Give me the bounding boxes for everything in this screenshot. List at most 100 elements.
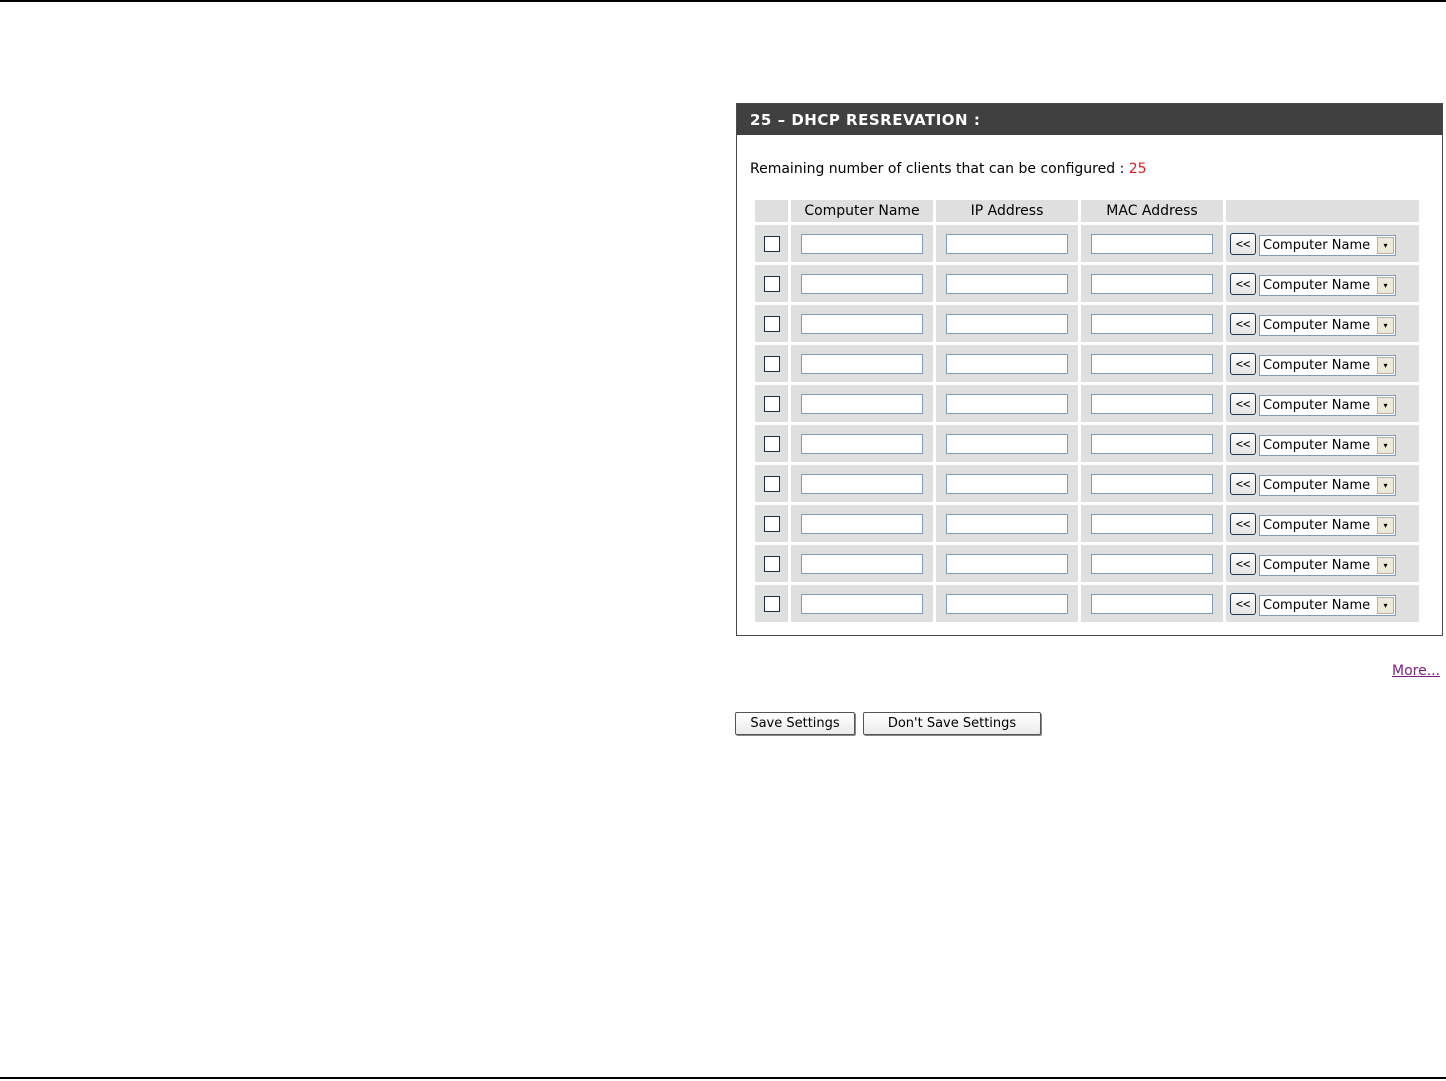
mac-address-input[interactable] xyxy=(1091,313,1213,334)
computer-name-input[interactable] xyxy=(801,233,923,254)
computer-name-select[interactable]: Computer Name ▾ xyxy=(1259,355,1396,376)
row-checkbox[interactable] xyxy=(763,395,780,412)
chevron-down-icon[interactable]: ▾ xyxy=(1377,237,1394,254)
copy-button[interactable]: << xyxy=(1230,592,1256,615)
computer-name-input[interactable] xyxy=(801,513,923,534)
ip-address-input[interactable] xyxy=(946,273,1068,294)
computer-name-input[interactable] xyxy=(801,593,923,614)
computer-name-input[interactable] xyxy=(801,393,923,414)
computer-name-cell xyxy=(791,465,933,502)
more-link[interactable]: More... xyxy=(1392,663,1440,679)
chevron-down-icon[interactable]: ▾ xyxy=(1377,397,1394,414)
chevron-down-icon[interactable]: ▾ xyxy=(1377,357,1394,374)
ip-address-input[interactable] xyxy=(946,433,1068,454)
copy-button[interactable]: << xyxy=(1230,432,1256,455)
row-checkbox[interactable] xyxy=(763,595,780,612)
actions-wrap: << Computer Name ▾ xyxy=(1226,591,1419,616)
ip-address-input[interactable] xyxy=(946,553,1068,574)
ip-address-input[interactable] xyxy=(946,393,1068,414)
mac-address-input[interactable] xyxy=(1091,593,1213,614)
ip-address-input[interactable] xyxy=(946,353,1068,374)
row-checkbox[interactable] xyxy=(763,555,780,572)
computer-name-select[interactable]: Computer Name ▾ xyxy=(1259,235,1396,256)
mac-address-input[interactable] xyxy=(1091,513,1213,534)
mac-address-input[interactable] xyxy=(1091,353,1213,374)
computer-name-cell xyxy=(791,505,933,542)
table-row: << Computer Name ▾ xyxy=(755,385,1419,422)
chevron-down-icon[interactable]: ▾ xyxy=(1377,317,1394,334)
computer-name-select[interactable]: Computer Name ▾ xyxy=(1259,315,1396,336)
computer-name-cell xyxy=(791,385,933,422)
copy-button[interactable]: << xyxy=(1230,552,1256,575)
mac-address-cell xyxy=(1081,505,1223,542)
ip-address-cell xyxy=(936,345,1078,382)
computer-name-input[interactable] xyxy=(801,313,923,334)
row-select-cell xyxy=(755,265,788,302)
actions-wrap: << Computer Name ▾ xyxy=(1226,311,1419,336)
computer-name-input[interactable] xyxy=(801,553,923,574)
mac-address-input[interactable] xyxy=(1091,273,1213,294)
chevron-down-icon[interactable]: ▾ xyxy=(1377,597,1394,614)
computer-name-cell xyxy=(791,425,933,462)
row-checkbox[interactable] xyxy=(763,235,780,252)
row-checkbox[interactable] xyxy=(763,275,780,292)
chevron-down-icon[interactable]: ▾ xyxy=(1377,557,1394,574)
mac-address-input[interactable] xyxy=(1091,473,1213,494)
save-settings-button[interactable]: Save Settings xyxy=(735,712,855,735)
select-value: Computer Name xyxy=(1263,518,1371,533)
mac-address-cell xyxy=(1081,545,1223,582)
computer-name-select[interactable]: Computer Name ▾ xyxy=(1259,555,1396,576)
mac-address-input[interactable] xyxy=(1091,393,1213,414)
ip-address-input[interactable] xyxy=(946,233,1068,254)
copy-button[interactable]: << xyxy=(1230,472,1256,495)
mac-address-input[interactable] xyxy=(1091,233,1213,254)
mac-address-cell xyxy=(1081,265,1223,302)
computer-name-input[interactable] xyxy=(801,473,923,494)
dont-save-settings-button[interactable]: Don't Save Settings xyxy=(863,712,1041,735)
mac-address-cell xyxy=(1081,585,1223,622)
table-row: << Computer Name ▾ xyxy=(755,585,1419,622)
computer-name-select[interactable]: Computer Name ▾ xyxy=(1259,595,1396,616)
computer-name-select[interactable]: Computer Name ▾ xyxy=(1259,475,1396,496)
copy-button[interactable]: << xyxy=(1230,312,1256,335)
copy-button[interactable]: << xyxy=(1230,352,1256,375)
actions-cell: << Computer Name ▾ xyxy=(1226,305,1419,342)
select-value: Computer Name xyxy=(1263,478,1371,493)
chevron-down-icon[interactable]: ▾ xyxy=(1377,437,1394,454)
row-checkbox[interactable] xyxy=(763,355,780,372)
table-row: << Computer Name ▾ xyxy=(755,505,1419,542)
computer-name-input[interactable] xyxy=(801,273,923,294)
ip-address-input[interactable] xyxy=(946,513,1068,534)
table-row: << Computer Name ▾ xyxy=(755,305,1419,342)
mac-address-input[interactable] xyxy=(1091,553,1213,574)
computer-name-input[interactable] xyxy=(801,433,923,454)
ip-address-input[interactable] xyxy=(946,313,1068,334)
ip-address-input[interactable] xyxy=(946,593,1068,614)
chevron-down-icon[interactable]: ▾ xyxy=(1377,277,1394,294)
computer-name-select[interactable]: Computer Name ▾ xyxy=(1259,395,1396,416)
mac-address-input[interactable] xyxy=(1091,433,1213,454)
chevron-down-icon[interactable]: ▾ xyxy=(1377,517,1394,534)
ip-address-cell xyxy=(936,585,1078,622)
panel-title: 25 – DHCP RESREVATION : xyxy=(737,104,1442,135)
computer-name-select[interactable]: Computer Name ▾ xyxy=(1259,275,1396,296)
mac-address-cell xyxy=(1081,465,1223,502)
actions-cell: << Computer Name ▾ xyxy=(1226,465,1419,502)
computer-name-input[interactable] xyxy=(801,353,923,374)
row-checkbox[interactable] xyxy=(763,515,780,532)
row-checkbox[interactable] xyxy=(763,475,780,492)
copy-button[interactable]: << xyxy=(1230,392,1256,415)
row-checkbox[interactable] xyxy=(763,435,780,452)
computer-name-select[interactable]: Computer Name ▾ xyxy=(1259,435,1396,456)
row-select-cell xyxy=(755,545,788,582)
copy-button[interactable]: << xyxy=(1230,232,1256,255)
ip-address-input[interactable] xyxy=(946,473,1068,494)
computer-name-cell xyxy=(791,265,933,302)
row-checkbox[interactable] xyxy=(763,315,780,332)
copy-button[interactable]: << xyxy=(1230,272,1256,295)
copy-button[interactable]: << xyxy=(1230,512,1256,535)
header-select xyxy=(755,200,788,222)
computer-name-cell xyxy=(791,545,933,582)
chevron-down-icon[interactable]: ▾ xyxy=(1377,477,1394,494)
computer-name-select[interactable]: Computer Name ▾ xyxy=(1259,515,1396,536)
